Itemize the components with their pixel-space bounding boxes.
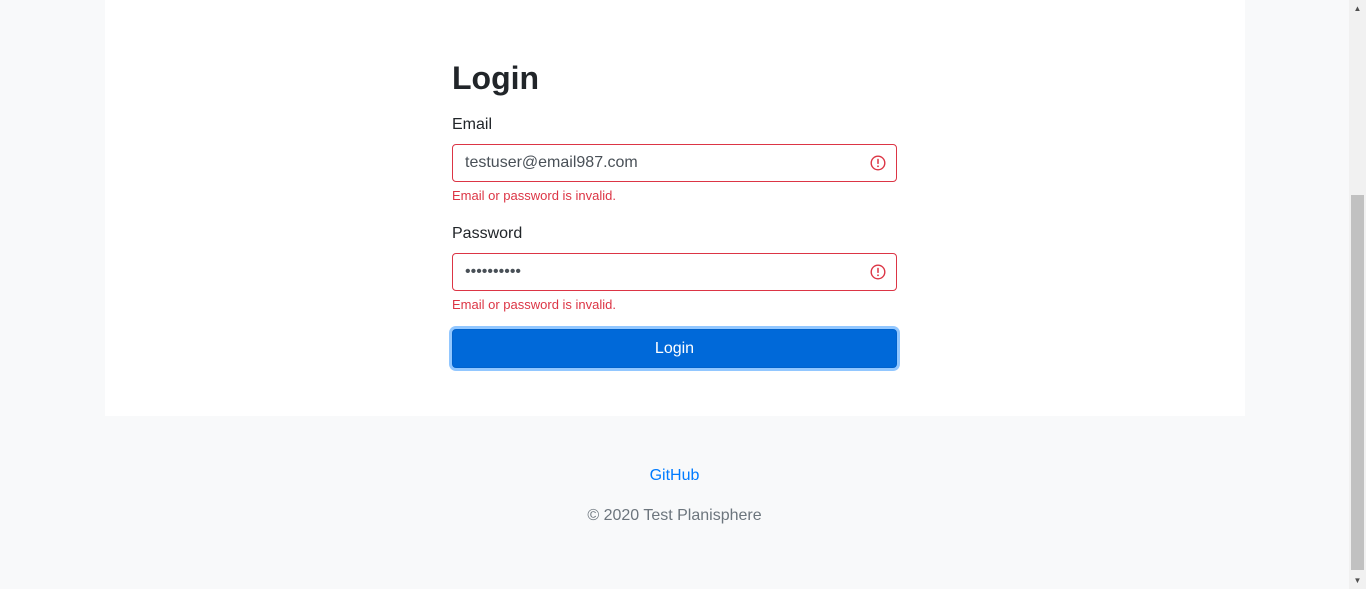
email-label: Email <box>452 116 493 133</box>
page: Login Email Email or password is invalid… <box>0 0 1349 589</box>
password-error-message: Email or password is invalid. <box>452 297 617 312</box>
email-field-wrapper <box>452 144 897 182</box>
email-error-message: Email or password is invalid. <box>452 188 617 203</box>
github-link[interactable]: GitHub <box>0 467 1349 485</box>
main-container: Login Email Email or password is invalid… <box>105 0 1245 416</box>
page-title: Login <box>452 60 540 96</box>
copyright-text: © 2020 Test Planisphere <box>587 507 762 524</box>
scrollbar-thumb[interactable] <box>1351 195 1364 570</box>
password-field-wrapper <box>452 253 897 291</box>
scroll-up-arrow-icon[interactable]: ▲ <box>1349 0 1366 17</box>
email-field[interactable] <box>453 145 896 181</box>
browser-viewport: Login Email Email or password is invalid… <box>0 0 1366 589</box>
login-button[interactable]: Login <box>452 329 897 368</box>
scroll-down-arrow-icon[interactable]: ▼ <box>1349 572 1366 589</box>
exclamation-circle-icon <box>870 264 886 280</box>
password-field[interactable] <box>453 254 896 290</box>
password-label: Password <box>452 225 523 242</box>
vertical-scrollbar[interactable]: ▲ ▼ <box>1349 0 1366 589</box>
exclamation-circle-icon <box>870 155 886 171</box>
